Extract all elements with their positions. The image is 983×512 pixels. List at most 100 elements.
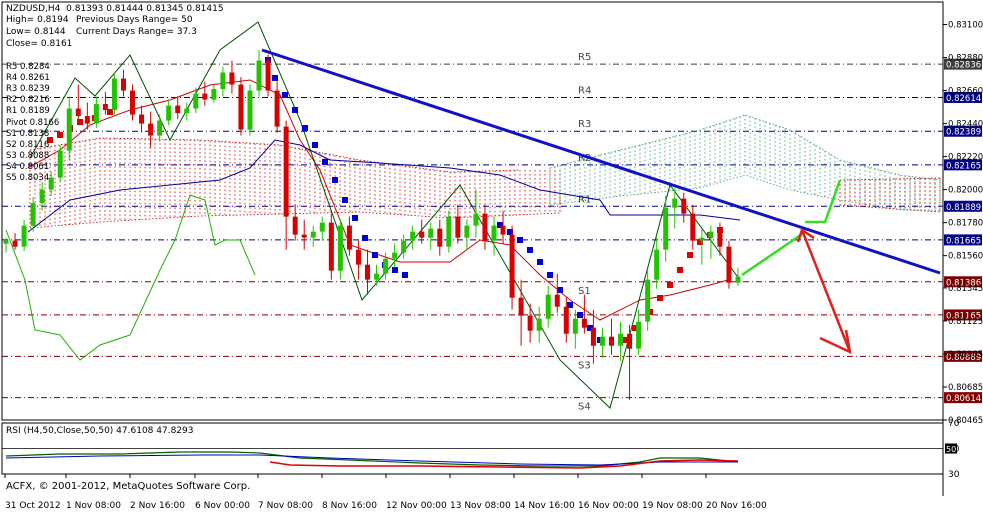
price-frame bbox=[1, 1, 944, 421]
psar-dot bbox=[362, 235, 368, 241]
candle-body bbox=[84, 116, 90, 124]
symbol-line: NZDUSD,H4 0.81393 0.81444 0.81345 0.8141… bbox=[6, 4, 224, 14]
x-tick-label: 6 Nov 00:00 bbox=[195, 501, 250, 511]
curr-range-label: Current Days Range= 37.3 bbox=[76, 27, 197, 37]
psar-dot bbox=[332, 177, 338, 183]
candle-body bbox=[283, 126, 289, 217]
rsi-title: RSI (H4,50,Close,50,50) 47.6108 47.8293 bbox=[6, 426, 194, 436]
candle-body bbox=[672, 198, 678, 208]
candle-body bbox=[518, 297, 524, 316]
y-tick-label: 0.82440 bbox=[948, 120, 983, 130]
price-tag-text: 0.81889 bbox=[946, 203, 981, 213]
candle-body bbox=[717, 231, 723, 247]
candle-body bbox=[175, 105, 181, 114]
candle-body bbox=[554, 294, 560, 307]
candle-body bbox=[12, 240, 18, 247]
candle-body bbox=[410, 231, 416, 241]
candle-body bbox=[681, 198, 687, 214]
price-tag-text: 0.82165 bbox=[946, 161, 981, 171]
x-tick-label: 14 Nov 16:00 bbox=[514, 501, 575, 511]
candle-body bbox=[735, 276, 741, 283]
candle-body bbox=[328, 222, 334, 271]
kijun-line bbox=[27, 139, 741, 233]
candle-body bbox=[220, 72, 226, 90]
candle-body bbox=[184, 108, 190, 114]
rsi-tag-text: 50 bbox=[946, 445, 956, 454]
candle-body bbox=[599, 336, 605, 346]
psar-dot bbox=[292, 107, 298, 113]
candle-body bbox=[699, 237, 705, 241]
psar-dot bbox=[537, 259, 543, 265]
candle-body bbox=[301, 234, 307, 238]
candle-body bbox=[202, 93, 208, 100]
pivot-label: S5 0.8034 bbox=[6, 173, 50, 183]
x-tick-label: 19 Nov 08:00 bbox=[642, 501, 703, 511]
candle-body bbox=[139, 114, 145, 124]
x-tick-label: 7 Nov 08:00 bbox=[258, 501, 313, 511]
pivot-label: S3 0.8088 bbox=[6, 150, 50, 161]
level-label: R5 bbox=[578, 52, 591, 63]
cloud-edge bbox=[549, 174, 940, 211]
candle-body bbox=[726, 246, 732, 283]
candle-body bbox=[30, 203, 36, 226]
pivot-label: R3 0.8239 bbox=[6, 84, 50, 95]
time-axis: 31 Oct 2012 1 Nov 08:00 2 Nov 16:00 6 Nov 0… bbox=[4, 474, 767, 511]
psar-dot bbox=[372, 252, 378, 258]
candle-body bbox=[473, 213, 479, 226]
psar-dot bbox=[687, 252, 693, 258]
candle-body bbox=[102, 104, 108, 111]
green-arrow-up bbox=[741, 230, 806, 277]
psar-dot bbox=[517, 237, 523, 243]
candle-body bbox=[66, 108, 72, 151]
candle-body bbox=[690, 213, 696, 241]
candle-body bbox=[93, 104, 99, 124]
candle-body bbox=[374, 273, 380, 280]
candle-body bbox=[636, 321, 642, 349]
candle-body bbox=[482, 213, 488, 241]
psar-dot bbox=[577, 312, 583, 318]
psar-dot bbox=[527, 247, 533, 253]
psar-dot bbox=[392, 267, 398, 273]
x-tick-label: 12 Nov 00:00 bbox=[386, 501, 447, 511]
candle-body bbox=[654, 249, 660, 280]
candle-body bbox=[211, 89, 217, 100]
candle-body bbox=[319, 222, 325, 232]
candle-body bbox=[292, 216, 298, 235]
pivot-label: R2 0.8216 bbox=[6, 95, 50, 106]
candle-body bbox=[355, 249, 361, 265]
candle-body bbox=[39, 189, 45, 204]
pivot-label: S2 0.8116 bbox=[6, 139, 50, 150]
candle-body bbox=[608, 336, 614, 346]
y-tick-label: 0.80685 bbox=[948, 383, 983, 393]
psar-dot bbox=[57, 132, 63, 138]
candle-body bbox=[48, 177, 54, 190]
candle-body bbox=[310, 231, 316, 238]
pivot-label: S4 0.8061 bbox=[6, 161, 50, 172]
y-tick-label: 0.81125 bbox=[948, 317, 983, 327]
psar-dot bbox=[302, 125, 308, 131]
low-label: Low= 0.8144 bbox=[6, 27, 66, 37]
price-tag-text: 0.80614 bbox=[946, 394, 981, 404]
candle-body bbox=[274, 90, 280, 127]
pivot-label: Pivot 0.8166 bbox=[6, 117, 60, 128]
candle-body bbox=[419, 231, 425, 238]
x-tick-label: 2 Nov 16:00 bbox=[130, 501, 185, 511]
y-tick-label: 0.82660 bbox=[948, 87, 983, 97]
candle-body bbox=[446, 216, 452, 247]
rsi-line-blue bbox=[5, 454, 738, 466]
psar-dot bbox=[342, 197, 348, 203]
candle-body bbox=[346, 225, 352, 250]
candle-body bbox=[392, 252, 398, 259]
candle-body bbox=[401, 240, 407, 253]
psar-dot bbox=[657, 295, 663, 301]
high-label: High= 0.8194 bbox=[6, 15, 69, 25]
candle-body bbox=[166, 105, 172, 121]
candle-body bbox=[618, 333, 624, 346]
pivot-label: R1 0.8189 bbox=[6, 106, 50, 117]
candle-body bbox=[383, 258, 389, 274]
close-label: Close= 0.8161 bbox=[6, 39, 73, 49]
x-tick-label: 16 Nov 00:00 bbox=[578, 501, 639, 511]
candle-body bbox=[491, 225, 497, 241]
psar-dot bbox=[402, 272, 408, 278]
psar-dot bbox=[667, 282, 673, 288]
